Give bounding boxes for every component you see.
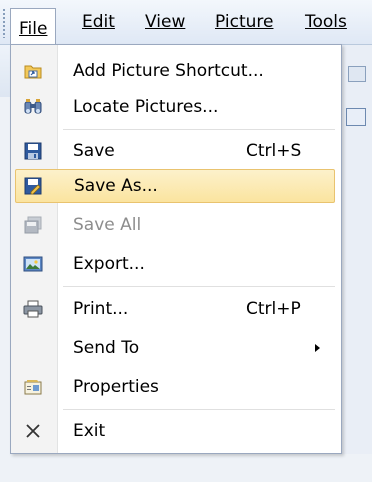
menu-separator	[63, 409, 335, 410]
menu-picture[interactable]: Picture	[215, 10, 273, 34]
menu-item-export[interactable]: Export...	[15, 247, 335, 281]
menu-item-properties[interactable]: Properties	[15, 370, 335, 404]
menu-item-save[interactable]: Save Ctrl+S	[15, 134, 335, 168]
properties-icon	[24, 380, 42, 395]
menu-tools-label: Tools	[305, 12, 347, 32]
save-as-icon	[24, 177, 42, 195]
submenu-arrow-icon	[315, 344, 320, 352]
add-shortcut-icon	[24, 65, 42, 79]
menu-separator	[63, 129, 335, 130]
menu-item-label: Properties	[73, 377, 159, 397]
menu-item-label: Save All	[73, 215, 142, 235]
menu-item-locate-pictures[interactable]: Locate Pictures...	[15, 90, 335, 124]
menu-item-label: Save	[73, 141, 115, 161]
menu-bar: File Edit View Picture Tools	[0, 0, 372, 45]
menu-view[interactable]: View	[145, 10, 185, 34]
menu-item-label: Export...	[73, 254, 145, 274]
status-area	[0, 454, 372, 482]
export-icon	[23, 256, 43, 272]
menu-item-print[interactable]: Print... Ctrl+P	[15, 292, 335, 326]
menu-item-label: Exit	[73, 421, 106, 441]
binoculars-icon	[24, 99, 42, 114]
menu-item-shortcut: Ctrl+P	[246, 299, 301, 319]
menu-item-send-to[interactable]: Send To	[15, 331, 335, 365]
menu-item-label: Add Picture Shortcut...	[73, 61, 264, 81]
menu-item-shortcut: Ctrl+S	[246, 141, 302, 161]
menu-item-label: Locate Pictures...	[73, 97, 219, 117]
save-all-icon	[24, 216, 42, 234]
printer-icon	[23, 300, 43, 318]
menu-item-save-all: Save All	[15, 208, 335, 242]
menu-view-label: View	[145, 12, 186, 32]
menu-file[interactable]: File	[10, 8, 57, 45]
menu-item-label: Save As...	[74, 176, 158, 196]
menu-edit[interactable]: Edit	[82, 10, 115, 34]
toolbar-grip[interactable]	[2, 8, 6, 38]
menu-picture-label: Picture	[215, 12, 274, 32]
menu-item-label: Send To	[73, 338, 140, 358]
menu-separator	[63, 286, 335, 287]
menu-item-exit[interactable]: Exit	[15, 414, 335, 448]
menu-item-save-as[interactable]: Save As...	[15, 169, 335, 203]
file-menu-dropdown: Add Picture Shortcut... Locate Pictures.…	[10, 44, 342, 454]
floppy-disk-icon	[24, 142, 42, 160]
menu-file-label: File	[19, 19, 48, 39]
thumbnail-view-icon[interactable]	[346, 108, 366, 126]
close-x-icon	[26, 424, 40, 438]
menu-tools[interactable]: Tools	[305, 10, 347, 34]
menu-item-add-picture-shortcut[interactable]: Add Picture Shortcut...	[15, 54, 335, 88]
copy-icon[interactable]	[348, 66, 366, 82]
menu-edit-label: Edit	[82, 12, 115, 32]
menu-item-label: Print...	[73, 299, 129, 319]
